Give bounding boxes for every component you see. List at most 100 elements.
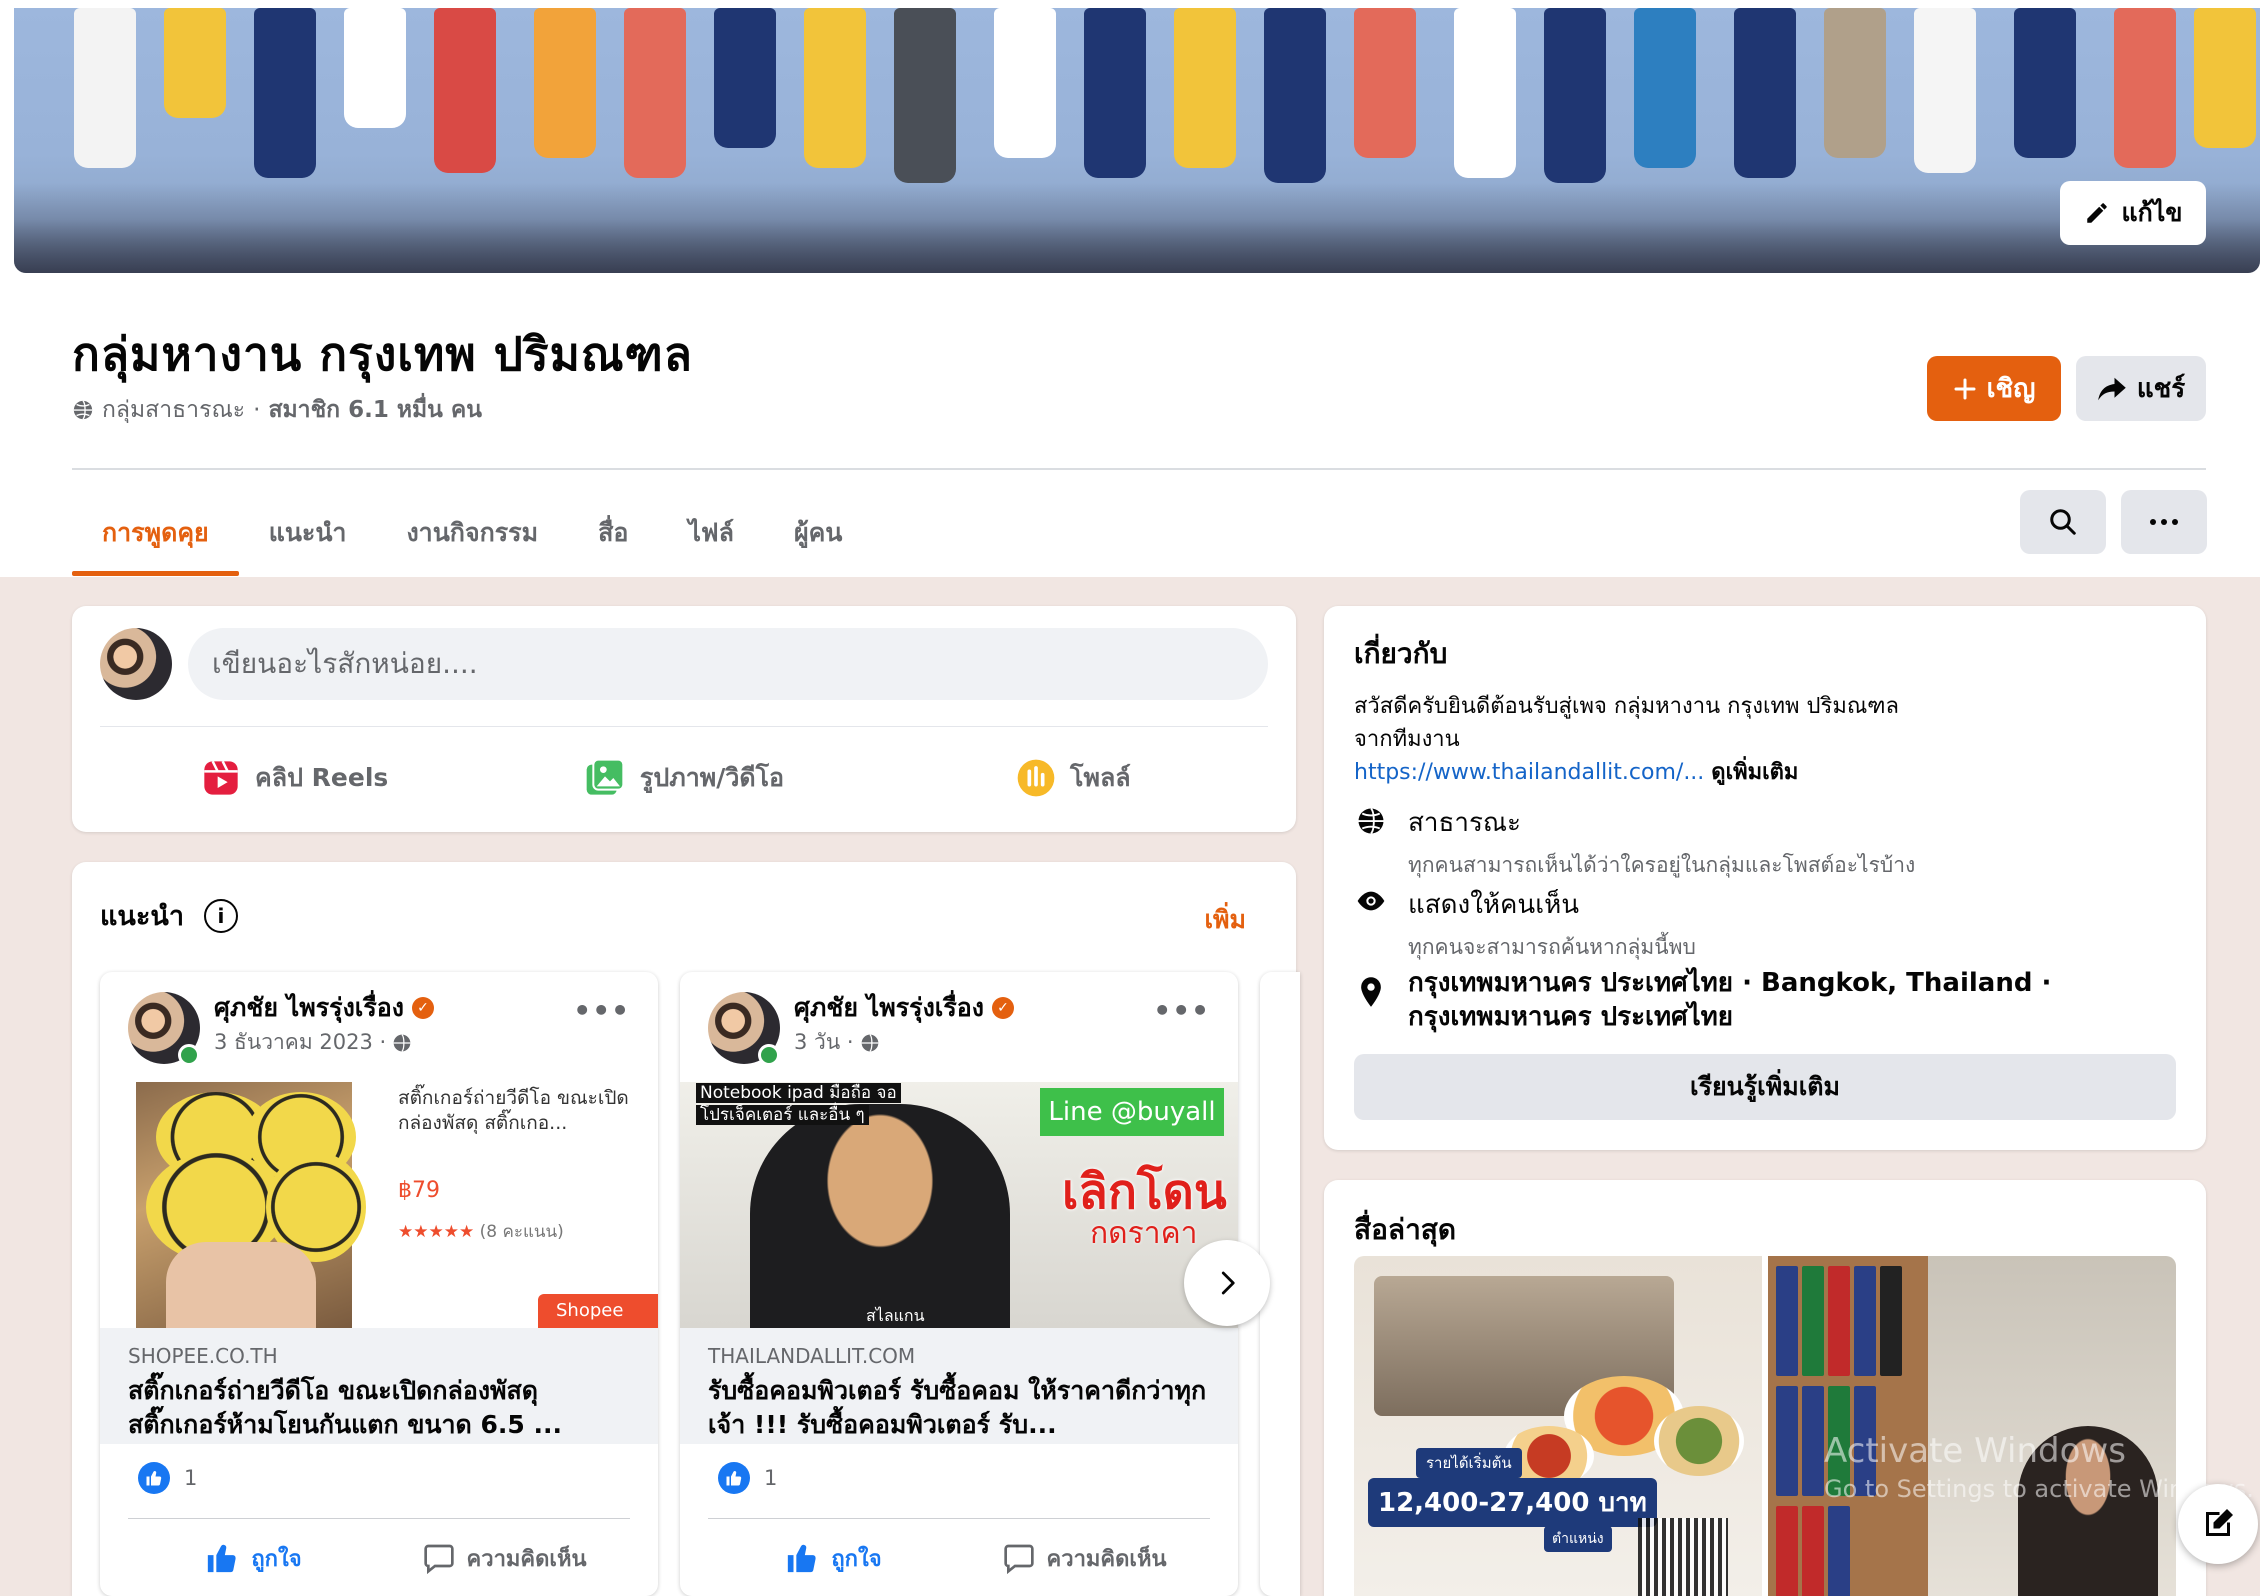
link-title: รับซื้อคอมพิวเตอร์ รับซื้อคอม ให้ราคาดีก…	[708, 1376, 1207, 1439]
like-button[interactable]: ถูกใจ	[128, 1520, 379, 1596]
reels-button[interactable]: คลิป Reels	[100, 738, 489, 818]
composer-actions: คลิป Reels รูปภาพ/วิดีโอ โพลล์	[100, 738, 1268, 818]
photo-video-button[interactable]: รูปภาพ/วิดีโอ	[489, 738, 878, 818]
link-domain: THAILANDALLIT.COM	[708, 1344, 916, 1368]
group-members[interactable]: สมาชิก 6.1 หมื่น คน	[268, 392, 482, 428]
composer-input[interactable]: เขียนอะไรสักหน่อย....	[188, 628, 1268, 700]
reaction-summary[interactable]: 1	[718, 1462, 777, 1494]
photo-icon	[586, 758, 625, 795]
salary-label: รายได้เริ่มต้น	[1416, 1448, 1522, 1478]
header-divider	[72, 468, 2206, 470]
reels-label: คลิป Reels	[255, 763, 389, 792]
thumbs-up-icon	[788, 1544, 817, 1573]
link-preview[interactable]: THAILANDALLIT.COM รับซื้อคอมพิวเตอร์ รับ…	[680, 1328, 1238, 1444]
poll-button[interactable]: โพลล์	[879, 738, 1268, 818]
comment-label: ความคิดเห็น	[1046, 1546, 1167, 1572]
like-count: 1	[184, 1466, 198, 1490]
recent-media-title: สื่อล่าสุด	[1354, 1213, 1457, 1246]
invite-button[interactable]: เชิญ	[1927, 356, 2061, 421]
product-rating: ★★★★★ (8 คะแนน)	[398, 1218, 564, 1245]
online-indicator	[758, 1044, 780, 1066]
comment-button[interactable]: ความคิดเห็น	[379, 1520, 630, 1596]
post-timestamp[interactable]: 3 วัน ·	[794, 1026, 854, 1059]
reels-icon	[204, 760, 238, 795]
shopee-logo: Shopee	[538, 1294, 658, 1328]
rating-count: (8 คะแนน)	[479, 1222, 564, 1242]
reaction-summary[interactable]: 1	[138, 1462, 197, 1494]
post-actions: ถูกใจ ความคิดเห็น	[128, 1520, 630, 1596]
featured-header: แนะนำ i	[100, 894, 238, 937]
edit-cover-button[interactable]: แก้ไข	[2060, 181, 2206, 245]
link-title: สติ๊กเกอร์ถ่ายวีดีโอ ขณะเปิดกล่องพัสดุ ส…	[128, 1376, 562, 1439]
post-timestamp[interactable]: 3 ธันวาคม 2023 ·	[214, 1026, 386, 1059]
more-options-button[interactable]	[2121, 490, 2207, 554]
like-label: ถูกใจ	[251, 1546, 302, 1572]
like-reaction-icon	[718, 1462, 750, 1494]
watermark-line-1: Activate Windows	[1824, 1431, 2126, 1471]
post-time[interactable]: 3 วัน ·	[794, 1026, 880, 1059]
info-icon[interactable]: i	[203, 898, 238, 933]
tab-discussion[interactable]: การพูดคุย	[72, 490, 239, 576]
tab-people[interactable]: ผู้คน	[764, 490, 872, 576]
eye-icon	[1357, 891, 1385, 911]
about-link[interactable]: https://www.thailandallit.com/...	[1354, 760, 1704, 785]
author-name[interactable]: ศุภชัย ไพรรุ่งเรื่อง	[214, 988, 404, 1028]
featured-post[interactable]: ศุภชัย ไพรรุ่งเรื่อง ✓ 3 วัน · ••• Noteb…	[680, 972, 1238, 1596]
tab-events[interactable]: งานกิจกรรม	[376, 490, 568, 576]
like-button[interactable]: ถูกใจ	[708, 1520, 959, 1596]
new-message-button[interactable]	[2178, 1484, 2258, 1564]
verified-badge-icon: ✓	[991, 997, 1014, 1019]
post-more-icon[interactable]: •••	[573, 994, 630, 1027]
location-pin-icon	[1361, 977, 1381, 1007]
post-time[interactable]: 3 ธันวาคม 2023 ·	[214, 1026, 412, 1059]
media-caption: Notebook ipad มือถือ จอ โปรเจ็คเตอร์ และ…	[696, 1082, 901, 1126]
meta-separator: ·	[253, 397, 261, 423]
post-composer: เขียนอะไรสักหน่อย.... คลิป Reels รูปภาพ/…	[72, 606, 1296, 832]
share-button[interactable]: แชร์	[2076, 356, 2206, 421]
tab-files[interactable]: ไฟล์	[658, 490, 764, 576]
group-meta: กลุ่มสาธารณะ · สมาชิก 6.1 หมื่น คน	[72, 392, 482, 428]
cover-photo	[14, 8, 2260, 273]
media-thumbnail[interactable]	[1768, 1256, 2176, 1596]
photo-video-label: รูปภาพ/วิดีโอ	[639, 763, 785, 792]
carousel-next-button[interactable]	[1184, 1240, 1270, 1326]
link-domain: SHOPEE.CO.TH	[128, 1344, 278, 1368]
group-privacy[interactable]: กลุ่มสาธารณะ	[102, 392, 245, 428]
composer-divider	[100, 726, 1268, 727]
like-reaction-icon	[138, 1462, 170, 1494]
comment-button[interactable]: ความคิดเห็น	[959, 1520, 1210, 1596]
rating-stars: ★★★★★	[398, 1222, 475, 1242]
post-media[interactable]: สติ๊กเกอร์ถ่ายวีดีโอ ขณะเปิดกล่องพัสดุ ส…	[100, 1082, 658, 1328]
chevron-right-icon	[1221, 1271, 1235, 1295]
featured-more-link[interactable]: เพิ่ม	[1204, 900, 1246, 940]
user-avatar[interactable]	[100, 628, 172, 700]
post-media[interactable]: Notebook ipad มือถือ จอ โปรเจ็คเตอร์ และ…	[680, 1082, 1238, 1328]
recent-media-card: สื่อล่าสุด รายได้เริ่มต้น 12,400-27,400 …	[1324, 1180, 2206, 1596]
featured-section: แนะนำ i เพิ่ม ศุภชัย ไพรรุ่งเรื่อง ✓ 3 ธ…	[72, 862, 1296, 1596]
share-arrow-icon	[2098, 377, 2126, 400]
post-author[interactable]: ศุภชัย ไพรรุ่งเรื่อง ✓	[794, 988, 1014, 1028]
tab-featured[interactable]: แนะนำ	[239, 490, 377, 576]
verified-badge-icon: ✓	[411, 997, 434, 1019]
media-thumbnail[interactable]: รายได้เริ่มต้น 12,400-27,400 บาท ตำแหน่ง	[1354, 1256, 1762, 1596]
group-title[interactable]: กลุ่มหางาน กรุงเทพ ปริมณฑล	[72, 318, 693, 391]
post-actions: ถูกใจ ความคิดเห็น	[708, 1520, 1210, 1596]
group-search-button[interactable]	[2020, 490, 2106, 554]
post-author[interactable]: ศุภชัย ไพรรุ่งเรื่อง ✓	[214, 988, 434, 1028]
about-desc-line-2: จากทีมงาน	[1354, 727, 1460, 752]
online-indicator	[178, 1044, 200, 1066]
qr-code	[1638, 1518, 1728, 1596]
link-preview[interactable]: SHOPEE.CO.TH สติ๊กเกอร์ถ่ายวีดีโอ ขณะเปิ…	[100, 1328, 658, 1444]
about-description: สวัสดีครับยินดีต้อนรับสู่เพจ กลุ่มหางาน …	[1354, 690, 2174, 789]
featured-post[interactable]: ศุภชัย ไพรรุ่งเรื่อง ✓ 3 ธันวาคม 2023 · …	[100, 972, 658, 1596]
public-title: สาธารณะ	[1408, 808, 1521, 838]
post-more-icon[interactable]: •••	[1153, 994, 1210, 1027]
salary-range: 12,400-27,400 บาท	[1368, 1478, 1657, 1527]
see-more-link[interactable]: ดูเพิ่มเติม	[1711, 760, 1798, 785]
author-name[interactable]: ศุภชัย ไพรรุ่งเรื่อง	[794, 988, 984, 1028]
plus-icon	[1954, 378, 1976, 399]
learn-more-button[interactable]: เรียนรู้เพิ่มเติม	[1354, 1054, 2176, 1120]
tab-media[interactable]: สื่อ	[568, 490, 658, 576]
media-bottom-text: สไลแกน	[866, 1306, 925, 1325]
post-divider	[708, 1518, 1210, 1519]
